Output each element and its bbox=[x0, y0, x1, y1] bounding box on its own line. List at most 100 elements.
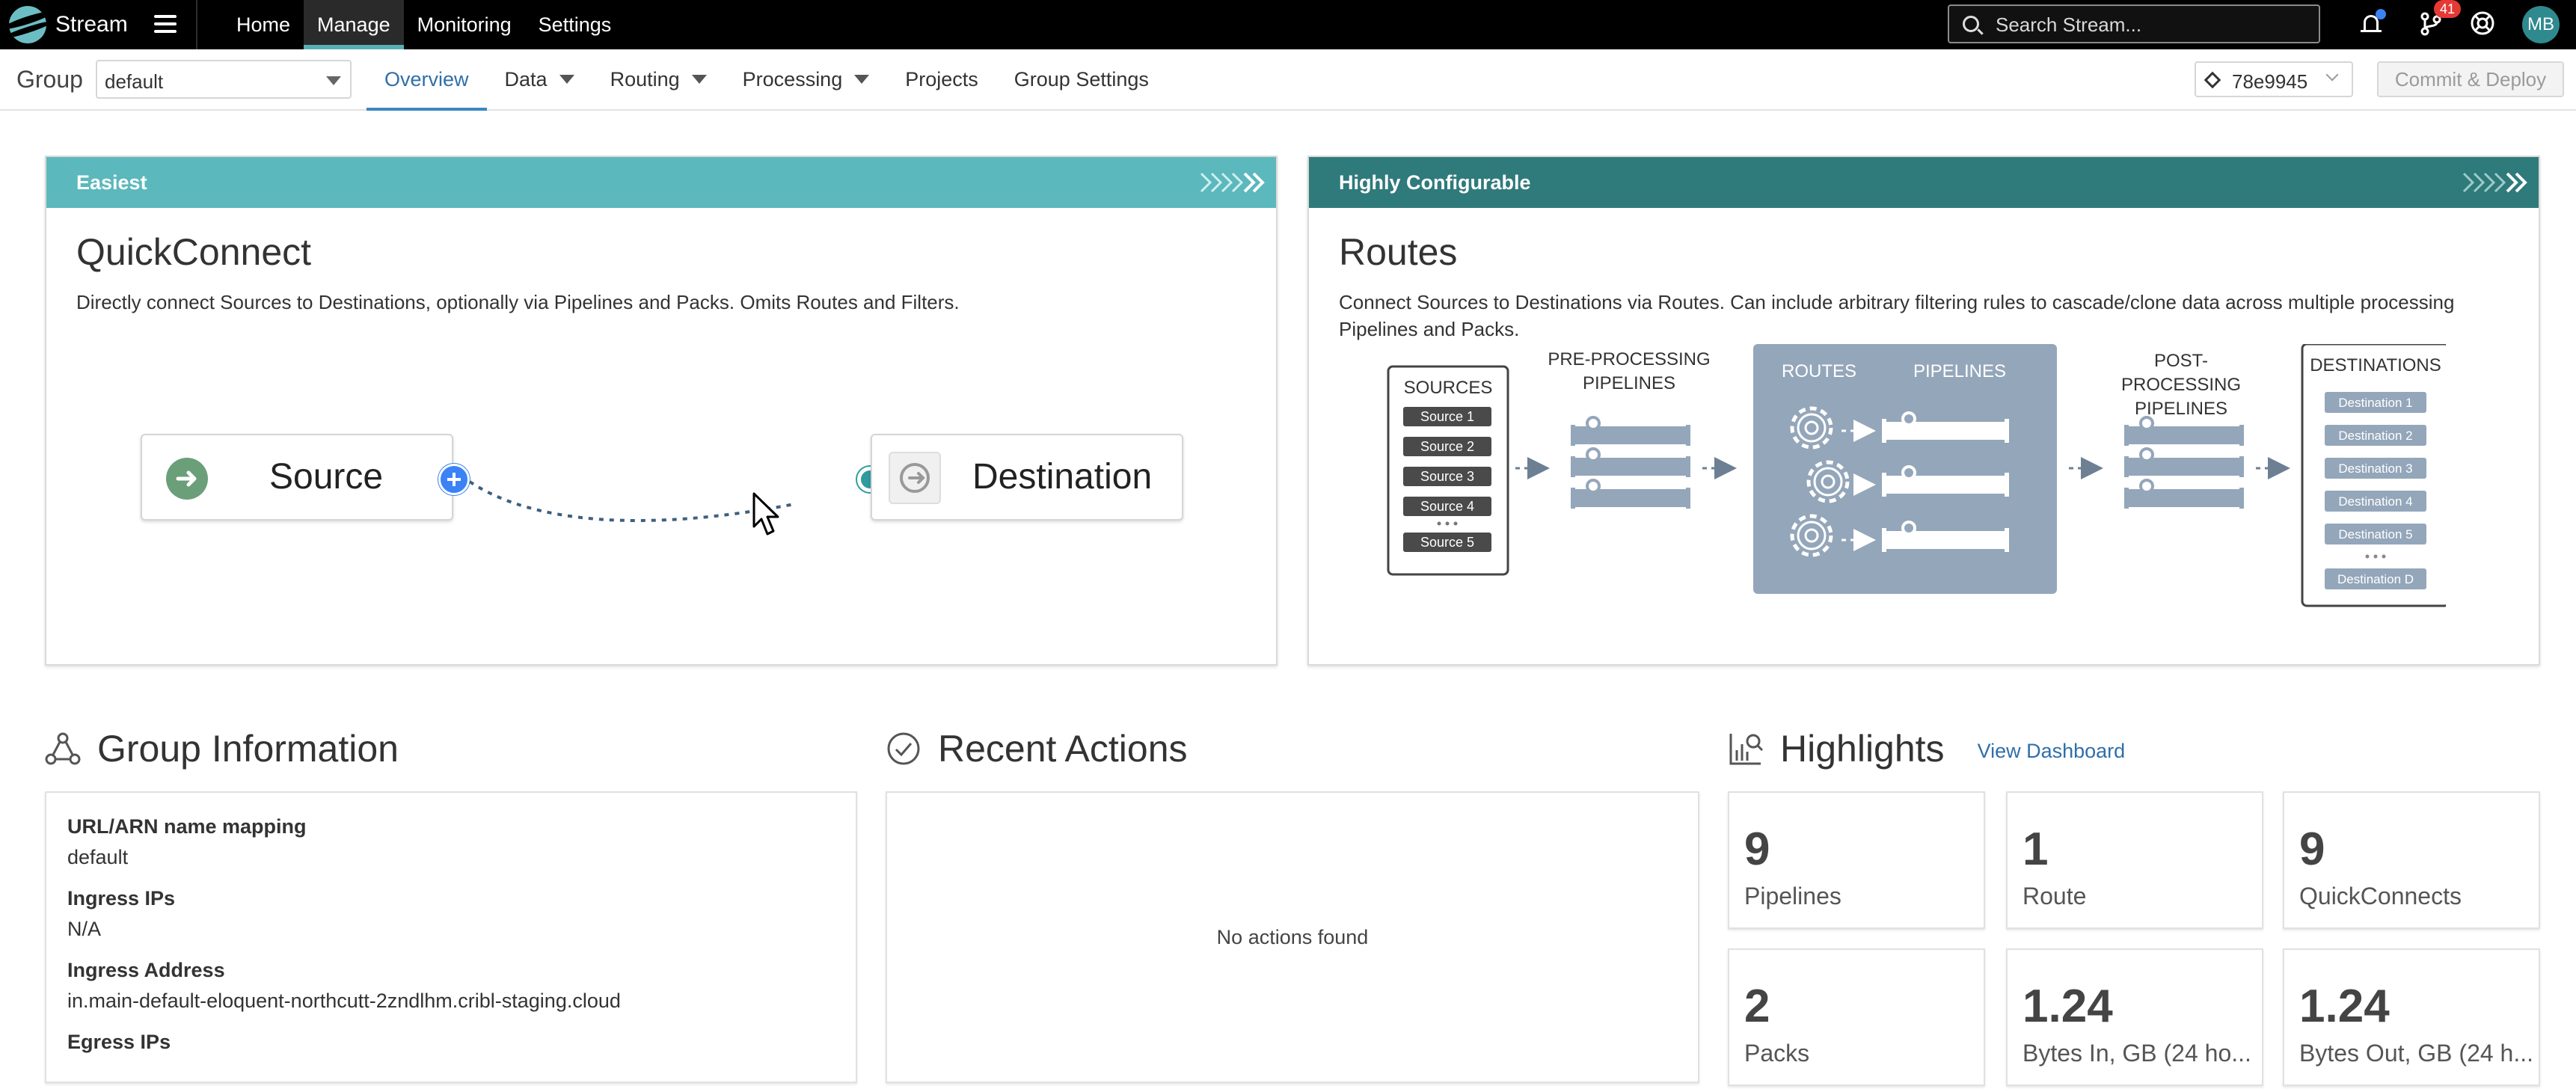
section-title: Group Information bbox=[97, 728, 399, 770]
stat-label: Bytes In, GB (24 ho... bbox=[2023, 1040, 2251, 1067]
stat-label: QuickConnects bbox=[2299, 883, 2462, 909]
exit-icon bbox=[889, 452, 941, 504]
bell-icon[interactable] bbox=[2359, 9, 2386, 37]
search-input[interactable] bbox=[1996, 12, 2310, 37]
info-row: Egress IPs bbox=[67, 1031, 171, 1061]
caret-down-icon bbox=[691, 75, 707, 84]
divider bbox=[196, 0, 197, 49]
qc-source-node[interactable]: Source bbox=[141, 434, 453, 521]
stat-quickconnects[interactable]: 9 QuickConnects bbox=[2283, 791, 2540, 929]
recent-actions-header: Recent Actions bbox=[886, 723, 1188, 775]
nav-manage[interactable]: Manage bbox=[304, 0, 404, 49]
view-dashboard-link[interactable]: View Dashboard bbox=[1978, 740, 2126, 763]
user-avatar[interactable]: MB bbox=[2522, 6, 2560, 43]
nav-settings[interactable]: Settings bbox=[525, 0, 625, 49]
routes-card[interactable]: Highly Configurable Routes Connect Sourc… bbox=[1307, 156, 2540, 666]
empty-state-text: No actions found bbox=[1216, 926, 1369, 948]
card-title: QuickConnect bbox=[76, 231, 312, 273]
info-key: Ingress IPs bbox=[67, 887, 176, 909]
info-value[interactable]: in.main-default-eloquent-northcutt-2zndl… bbox=[67, 990, 621, 1013]
tab-routing[interactable]: Routing bbox=[592, 49, 725, 109]
group-information-header: Group Information bbox=[45, 723, 399, 775]
destination-label: Destination bbox=[972, 457, 1153, 497]
easiest-badge: Easiest bbox=[76, 171, 147, 194]
app-logo[interactable]: Stream bbox=[9, 6, 128, 43]
tab-label: Data bbox=[504, 68, 548, 91]
qc-destination-node[interactable]: Destination bbox=[871, 434, 1183, 521]
destination-item: Destination D bbox=[2337, 572, 2414, 586]
group-select-value: default bbox=[105, 70, 164, 93]
commit-deploy-button[interactable]: Commit & Deploy bbox=[2377, 61, 2564, 97]
info-row: Ingress Address in.main-default-eloquent… bbox=[67, 959, 621, 1013]
caret-down-icon bbox=[326, 76, 341, 85]
search-icon bbox=[1963, 16, 1979, 32]
arrow-right-circle-icon bbox=[166, 458, 208, 500]
routes-block-title: ROUTES bbox=[1782, 361, 1856, 381]
stat-value: 9 bbox=[1744, 823, 1770, 875]
stat-pipelines[interactable]: 9 Pipelines bbox=[1728, 791, 1985, 929]
group-information-panel: URL/ARN name mapping default Ingress IPs… bbox=[45, 791, 857, 1083]
card-header: Highly Configurable bbox=[1309, 157, 2539, 208]
chevron-down-icon bbox=[2325, 68, 2339, 82]
section-title: Recent Actions bbox=[938, 728, 1188, 770]
notification-dot bbox=[2376, 9, 2386, 19]
pre-title-line2: PIPELINES bbox=[1583, 373, 1675, 393]
caret-down-icon bbox=[854, 75, 870, 84]
group-tabs: Overview Data Routing Processing Project… bbox=[367, 49, 1167, 111]
info-key: Ingress Address bbox=[67, 959, 225, 981]
card-description: Connect Sources to Destinations via Rout… bbox=[1339, 291, 2455, 340]
quickconnect-card[interactable]: Easiest QuickConnect Directly connect So… bbox=[45, 156, 1278, 666]
stat-value: 1.24 bbox=[2023, 981, 2113, 1032]
stat-value: 1 bbox=[2023, 823, 2049, 875]
recent-actions-panel: No actions found bbox=[886, 791, 1699, 1083]
stat-label: Bytes Out, GB (24 h... bbox=[2299, 1040, 2534, 1067]
destination-item: Destination 3 bbox=[2338, 461, 2412, 476]
check-circle-icon bbox=[887, 732, 920, 765]
group-label: Group bbox=[16, 66, 83, 93]
hamburger-menu-icon[interactable] bbox=[154, 15, 177, 33]
tab-projects[interactable]: Projects bbox=[887, 49, 996, 109]
tab-label: Routing bbox=[610, 68, 680, 91]
stat-value: 2 bbox=[1744, 981, 1770, 1032]
tab-data[interactable]: Data bbox=[487, 49, 592, 109]
tab-group-settings[interactable]: Group Settings bbox=[996, 49, 1167, 109]
tab-label: Processing bbox=[742, 68, 843, 91]
destination-item: Destination 5 bbox=[2338, 527, 2412, 542]
changes-count-badge: 41 bbox=[2434, 0, 2462, 18]
help-lifebuoy-icon[interactable] bbox=[2470, 10, 2497, 37]
card-header: Easiest bbox=[46, 157, 1276, 208]
chevrons-right-icon bbox=[1200, 172, 1265, 193]
source-item: Source 3 bbox=[1420, 469, 1474, 484]
nav-monitoring[interactable]: Monitoring bbox=[404, 0, 525, 49]
stat-value: 9 bbox=[2299, 823, 2325, 875]
destination-item: Destination 2 bbox=[2338, 429, 2412, 443]
stat-routes[interactable]: 1 Route bbox=[2006, 791, 2263, 929]
top-nav: Home Manage Monitoring Settings bbox=[223, 0, 625, 49]
info-value: N/A bbox=[67, 918, 102, 940]
top-bar: Stream Home Manage Monitoring Settings 4… bbox=[0, 0, 2576, 49]
search-box[interactable] bbox=[1948, 4, 2320, 43]
tab-processing[interactable]: Processing bbox=[725, 49, 888, 109]
nav-home[interactable]: Home bbox=[223, 0, 304, 49]
stat-bytes-out[interactable]: 1.24 Bytes Out, GB (24 h... bbox=[2283, 948, 2540, 1086]
commit-version-select[interactable]: 78e9945 bbox=[2195, 61, 2353, 97]
app-name: Stream bbox=[55, 12, 128, 37]
commit-icon bbox=[2204, 71, 2221, 89]
stat-label: Packs bbox=[1744, 1040, 1810, 1067]
stat-packs[interactable]: 2 Packs bbox=[1728, 948, 1985, 1086]
chevrons-right-icon bbox=[2462, 172, 2527, 193]
group-select[interactable]: default bbox=[96, 60, 352, 99]
stream-logo-icon bbox=[9, 6, 46, 43]
card-description: Directly connect Sources to Destinations… bbox=[76, 291, 960, 313]
source-item: Source 4 bbox=[1420, 499, 1474, 514]
destinations-title: DESTINATIONS bbox=[2310, 355, 2441, 375]
source-label: Source bbox=[269, 457, 384, 497]
sub-nav: Group default Overview Data Routing Proc… bbox=[0, 49, 2576, 111]
stat-bytes-in[interactable]: 1.24 Bytes In, GB (24 ho... bbox=[2006, 948, 2263, 1086]
source-item: Source 1 bbox=[1420, 409, 1474, 424]
source-item: Source 2 bbox=[1420, 439, 1474, 454]
info-key: Egress IPs bbox=[67, 1031, 171, 1053]
tab-overview[interactable]: Overview bbox=[367, 49, 487, 111]
pipelines-block-title: PIPELINES bbox=[1913, 361, 2006, 381]
stat-label: Route bbox=[2023, 883, 2087, 909]
